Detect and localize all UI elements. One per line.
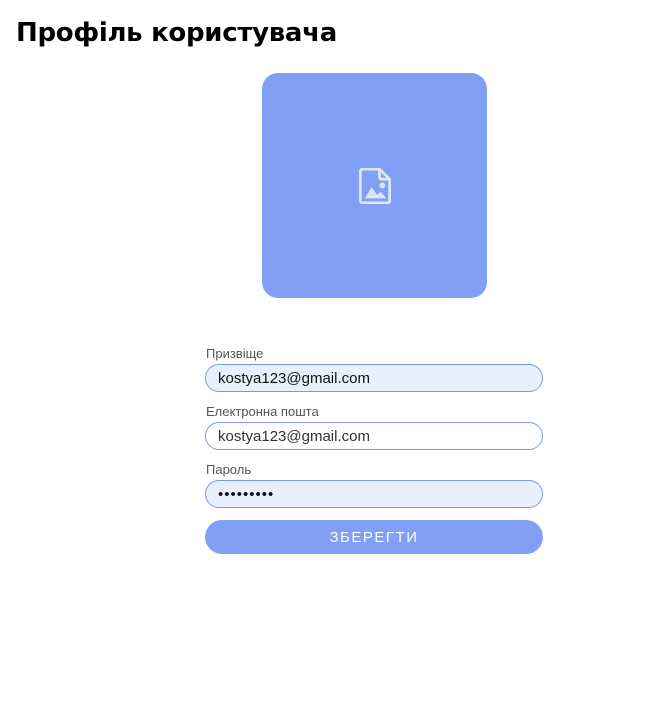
email-label: Електронна пошта [206, 404, 319, 419]
surname-label: Призвіще [206, 346, 264, 361]
image-placeholder-icon [358, 167, 391, 204]
save-button[interactable]: ЗБЕРЕГТИ [205, 520, 543, 554]
profile-form: Призвіще Електронна пошта Пароль ЗБЕРЕГТ… [205, 346, 543, 554]
password-label: Пароль [206, 462, 252, 477]
avatar[interactable] [262, 73, 487, 298]
password-input[interactable] [205, 480, 543, 508]
surname-input[interactable] [205, 364, 543, 392]
page-title: Профіль користувача [16, 18, 337, 48]
email-input[interactable] [205, 422, 543, 450]
surname-field-group: Призвіще [205, 346, 543, 392]
email-field-group: Електронна пошта [205, 404, 543, 450]
password-field-group: Пароль [205, 462, 543, 508]
